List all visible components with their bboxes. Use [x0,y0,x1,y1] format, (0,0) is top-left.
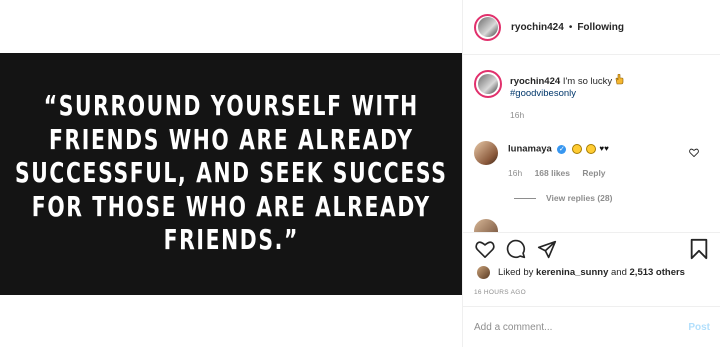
caption-avatar[interactable] [474,70,502,98]
comment-username[interactable]: lunamaya [508,144,552,155]
comment-icon [506,239,526,259]
quote-line: FRIENDS.” [163,224,299,257]
avatar[interactable] [474,13,501,41]
comment: lunamaya ✓ ♥♥ 16h 168 likes Reply [474,141,616,179]
liked-by: Liked by kerenina_sunny and 2,513 others [477,266,685,279]
separator-dot: • [568,21,573,33]
post-modal: “SURROUND YOURSELF WITH FRIENDS WHO ARE … [0,0,720,347]
share-button[interactable] [536,238,558,260]
divider [514,197,536,199]
reply-button[interactable]: Reply [582,168,605,178]
view-replies-label: View replies (28) [546,193,613,203]
header-username[interactable]: ryochin424 [511,22,564,33]
hearts-text: ♥♥ [599,144,609,153]
post-button[interactable]: Post [688,322,710,333]
like-button[interactable] [474,238,496,260]
liker-avatar[interactable] [477,266,490,279]
quote-line: FOR THOSE WHO ARE ALREADY [31,190,431,223]
post-image[interactable]: “SURROUND YOURSELF WITH FRIENDS WHO ARE … [0,53,462,295]
verified-badge-icon: ✓ [557,144,567,154]
avatar-image [477,17,498,37]
add-comment-bar: Post [463,306,720,347]
comment-input[interactable] [474,321,689,333]
paper-plane-icon [537,240,557,258]
quote-line: “SURROUND YOURSELF WITH [43,90,419,123]
quote-line: SUCCESSFUL, AND SEEK SUCCESS [14,157,448,190]
liker-username[interactable]: kerenina_sunny [536,267,608,278]
caption-username[interactable]: ryochin424 [510,76,560,87]
hand-icon [615,73,624,85]
avatar-image [478,74,498,94]
caption: ryochin424 I'm so lucky #goodvibesonly 1… [474,70,624,121]
comments-section: ryochin424 I'm so lucky #goodvibesonly 1… [463,56,720,232]
bookmark-icon [690,238,708,260]
smiley-emoji-icon [585,144,596,154]
comment-avatar[interactable] [474,141,498,165]
heart-icon [475,241,495,258]
comment-likes[interactable]: 168 likes [535,168,570,178]
action-bar [474,238,567,260]
view-replies-button[interactable]: View replies (28) [514,193,612,203]
smiley-emoji-icon [572,144,583,154]
liked-by-prefix: Liked by [498,267,534,278]
post-header: ryochin424 • Following [463,0,720,55]
save-button[interactable] [688,238,710,260]
quote-text: “SURROUND YOURSELF WITH FRIENDS WHO ARE … [15,90,448,258]
quote-line: FRIENDS WHO ARE ALREADY [48,123,414,156]
next-comment-avatar[interactable] [474,219,498,232]
post-sidebar: ryochin424 • Following ryochin424 I'm so… [462,0,720,347]
following-button[interactable]: Following [577,22,624,33]
liked-by-joiner: and [611,267,627,278]
comment-button[interactable] [505,238,527,260]
caption-time: 16h [510,110,525,120]
caption-text: I'm so lucky [562,76,613,87]
actions-section: Liked by kerenina_sunny and 2,513 others… [463,232,720,304]
comment-time: 16h [508,167,523,178]
post-image-pane: “SURROUND YOURSELF WITH FRIENDS WHO ARE … [0,0,462,347]
post-timestamp[interactable]: 16 HOURS AGO [474,289,526,296]
hashtag-link[interactable]: #goodvibesonly [510,88,624,100]
likes-others[interactable]: 2,513 others [630,267,685,278]
comment-like-heart-icon[interactable] [689,148,699,157]
